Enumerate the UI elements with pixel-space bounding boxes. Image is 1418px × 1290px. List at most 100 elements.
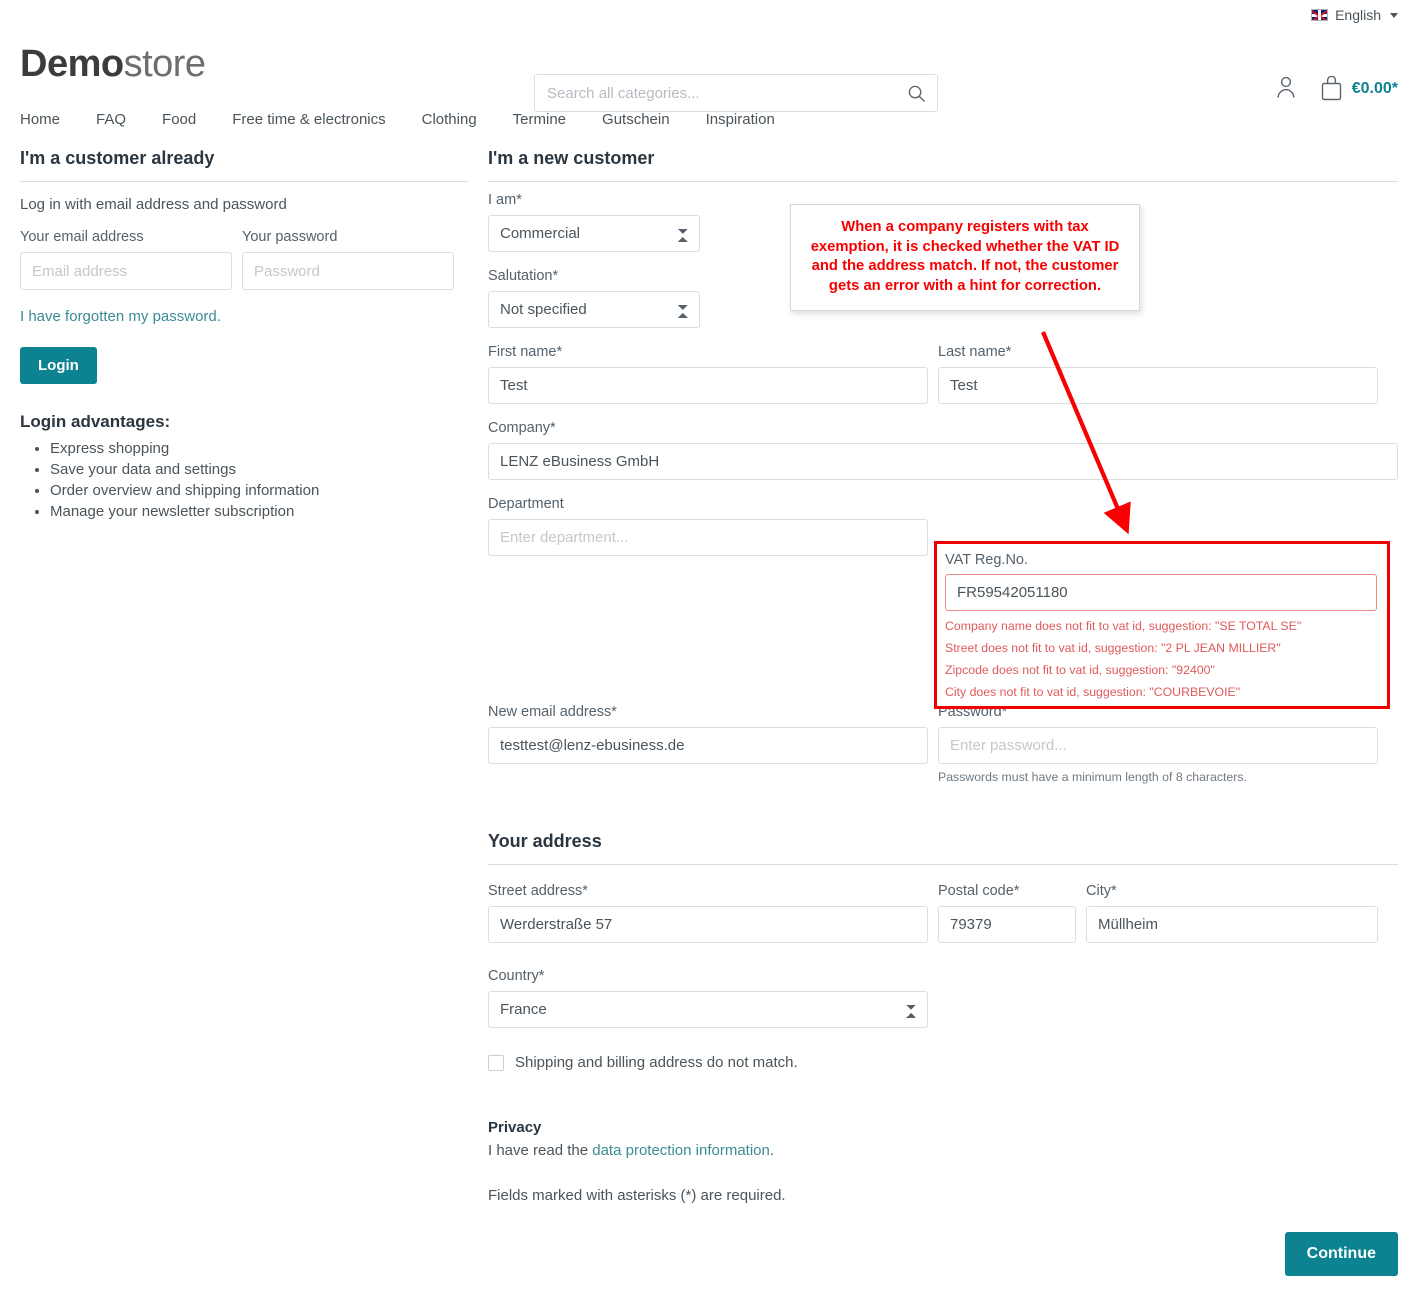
address-title: Your address [488, 831, 1398, 865]
first-name-group: First name* [488, 344, 928, 404]
annotation-callout: When a company registers with tax exempt… [790, 204, 1140, 312]
last-name-input[interactable] [938, 367, 1378, 404]
login-title: I'm a customer already [20, 148, 468, 182]
login-button[interactable]: Login [20, 347, 97, 384]
salutation-group: Salutation* Not specified [488, 268, 700, 328]
cart-button[interactable]: €0.00* [1320, 76, 1398, 102]
top-bar: English [0, 0, 1418, 30]
list-item: Manage your newsletter subscription [50, 503, 468, 520]
vat-error-city: City does not fit to vat id, suggestion:… [945, 685, 1241, 700]
shipping-mismatch-checkbox[interactable] [488, 1054, 504, 1071]
vat-error-zipcode: Zipcode does not fit to vat id, suggesti… [945, 663, 1215, 678]
street-label: Street address* [488, 883, 588, 899]
search-box[interactable] [534, 74, 938, 112]
search-input[interactable] [534, 74, 938, 112]
annotation-text: When a company registers with tax exempt… [810, 219, 1120, 294]
required-fields-note: Fields marked with asterisks (*) are req… [488, 1187, 786, 1204]
data-protection-link[interactable]: data protection information [592, 1142, 770, 1159]
login-credentials-row: Your email address Your password [20, 229, 468, 290]
nav-item-home[interactable]: Home [20, 111, 78, 128]
nav-item-gutschein[interactable]: Gutschein [584, 111, 688, 128]
login-email-group: Your email address [20, 229, 232, 290]
new-password-input[interactable] [938, 727, 1378, 764]
login-panel: I'm a customer already Log in with email… [20, 140, 468, 524]
city-label: City* [1086, 883, 1117, 899]
new-password-group: Password* Passwords must have a minimum … [938, 704, 1378, 784]
street-group: Street address* [488, 883, 928, 943]
nav-item-termine[interactable]: Termine [495, 111, 584, 128]
user-icon [1277, 76, 1295, 98]
logo-light-text: store [123, 43, 206, 85]
login-password-input[interactable] [242, 252, 454, 290]
login-email-label: Your email address [20, 229, 144, 245]
list-item: Save your data and settings [50, 461, 468, 478]
new-email-label: New email address* [488, 704, 617, 720]
vat-input[interactable] [945, 574, 1377, 611]
header-actions: €0.00* [1274, 74, 1398, 104]
i-am-label: I am* [488, 192, 522, 208]
city-group: City* [1086, 883, 1378, 943]
nav-item-free-time-electronics[interactable]: Free time & electronics [214, 111, 403, 128]
search-button[interactable] [898, 74, 934, 112]
company-label: Company* [488, 420, 556, 436]
search-icon [908, 85, 925, 102]
vat-error-company: Company name does not fit to vat id, sug… [945, 619, 1302, 633]
register-title: I'm a new customer [488, 148, 1398, 182]
account-button[interactable] [1274, 74, 1298, 104]
salutation-select[interactable]: Not specified [488, 291, 700, 328]
bag-icon [1321, 76, 1341, 101]
nav-item-clothing[interactable]: Clothing [404, 111, 495, 128]
email-password-row: New email address* Password* Passwords m… [488, 704, 1398, 784]
language-label: English [1335, 7, 1381, 23]
nav-item-faq[interactable]: FAQ [78, 111, 144, 128]
i-am-select[interactable]: Commercial [488, 215, 700, 252]
language-selector[interactable]: English [1311, 7, 1398, 23]
login-email-input[interactable] [20, 252, 232, 290]
vat-error-block: VAT Reg.No. Company name does not fit to… [934, 541, 1390, 709]
privacy-text-after: . [769, 1142, 775, 1159]
vat-label: VAT Reg.No. [945, 552, 1029, 568]
postal-input[interactable] [938, 906, 1076, 943]
salutation-label: Salutation* [488, 268, 559, 284]
nav-item-inspiration[interactable]: Inspiration [688, 111, 793, 128]
nav-item-food[interactable]: Food [144, 111, 214, 128]
cart-amount: €0.00* [1351, 80, 1398, 97]
last-name-group: Last name* [938, 344, 1378, 404]
chevron-down-icon [1390, 12, 1398, 18]
login-subtitle: Log in with email address and password [20, 196, 287, 213]
department-input[interactable] [488, 519, 928, 556]
country-select[interactable]: France [488, 991, 928, 1028]
login-advantages-list: Express shopping Save your data and sett… [20, 440, 468, 520]
city-input[interactable] [1086, 906, 1378, 943]
department-group: Department [488, 496, 928, 556]
vat-error-street: Street does not fit to vat id, suggestio… [945, 641, 1281, 656]
country-label: Country* [488, 968, 545, 984]
login-password-group: Your password [242, 229, 454, 290]
last-name-label: Last name* [938, 344, 1012, 360]
forgot-password-link[interactable]: I have forgotten my password. [20, 308, 221, 325]
new-email-group: New email address* [488, 704, 928, 784]
continue-row: Continue [488, 1232, 1398, 1276]
company-input[interactable] [488, 443, 1398, 480]
site-header: Demostore €0.00* [0, 30, 1418, 112]
shipping-mismatch-row[interactable]: Shipping and billing address do not matc… [488, 1054, 1398, 1071]
postal-group: Postal code* [938, 883, 1076, 943]
list-item: Express shopping [50, 440, 468, 457]
uk-flag-icon [1311, 9, 1329, 21]
login-advantages-title: Login advantages: [20, 412, 171, 431]
first-name-input[interactable] [488, 367, 928, 404]
list-item: Order overview and shipping information [50, 482, 468, 499]
shipping-mismatch-label: Shipping and billing address do not matc… [515, 1054, 798, 1071]
new-email-input[interactable] [488, 727, 928, 764]
site-logo[interactable]: Demostore [20, 45, 206, 83]
privacy-text-before: I have read the [488, 1142, 593, 1159]
company-group: Company* [488, 420, 1398, 480]
login-password-label: Your password [242, 229, 338, 245]
continue-button[interactable]: Continue [1284, 1232, 1398, 1276]
privacy-consent-line: I have read the data protection informat… [488, 1142, 1398, 1159]
street-input[interactable] [488, 906, 928, 943]
forgot-password-row: I have forgotten my password. [20, 308, 468, 325]
department-label: Department [488, 496, 564, 512]
address-row: Street address* Postal code* City* [488, 883, 1398, 943]
postal-label: Postal code* [938, 883, 1020, 899]
